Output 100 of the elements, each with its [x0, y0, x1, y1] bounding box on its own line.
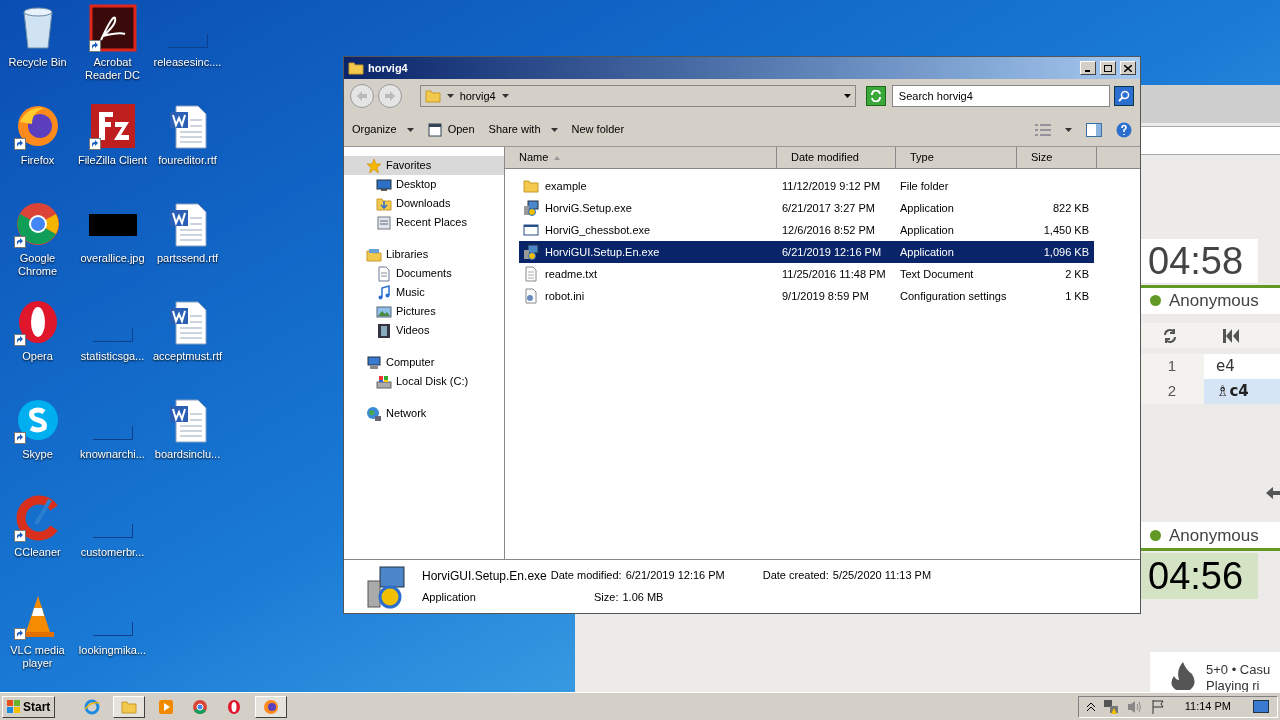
details-label: Date created:	[762, 568, 829, 584]
film-strip-icon	[376, 322, 392, 339]
blank-file-icon	[92, 328, 133, 342]
application-window-icon	[523, 222, 539, 238]
folder-download-icon	[376, 195, 392, 212]
nav-item[interactable]: Documents	[344, 264, 504, 283]
toolbar-button[interactable]: Organize	[352, 121, 414, 138]
arrow-left-icon	[356, 91, 367, 101]
details-value: 6/21/2019 12:16 PM	[625, 568, 725, 584]
nav-item[interactable]: Favorites	[344, 156, 504, 175]
refresh-icon	[869, 90, 882, 102]
skip-back-icon[interactable]	[1223, 328, 1239, 343]
flip-board-icon[interactable]	[1162, 327, 1178, 344]
clock-text: 11:14 PM	[1184, 699, 1231, 715]
desktop-icon-label[interactable]: CCleaner	[0, 546, 75, 559]
caret-icon	[844, 94, 851, 98]
network-globe-icon	[366, 405, 382, 422]
music-note-icon	[376, 284, 392, 301]
nav-item[interactable]: Recent Places	[344, 213, 504, 232]
desktop-icon-label[interactable]: Skype	[0, 448, 75, 461]
desktop-icon-label[interactable]: foureditor.rtf	[150, 154, 225, 167]
desktop-icon-label[interactable]: lookingmika...	[75, 644, 150, 657]
blank-file-icon	[92, 524, 133, 538]
text-file-icon	[523, 266, 539, 282]
nav-item[interactable]: Pictures	[344, 302, 504, 321]
column-header[interactable]: Date modified	[777, 147, 896, 168]
desktop-icon-label[interactable]: Opera	[0, 350, 75, 363]
desktop-icon-label[interactable]: partssend.rtf	[150, 252, 225, 265]
show-desktop-icon[interactable]	[1253, 699, 1269, 714]
flag-icon[interactable]	[1150, 698, 1165, 715]
help-icon[interactable]	[1116, 121, 1132, 138]
desktop-icon-label[interactable]: boardsinclu...	[150, 448, 225, 461]
desktop-icon-label[interactable]: customerbr...	[75, 546, 150, 559]
nav-item[interactable]: Videos	[344, 321, 504, 340]
close-button[interactable]	[1120, 61, 1136, 75]
file-row[interactable]: readme.txt 11/25/2016 11:48 PM Text Document 2 KB	[519, 263, 1094, 285]
desktop-icon-label[interactable]: Recycle Bin	[0, 56, 75, 69]
search-input[interactable]: Search horvig4	[898, 87, 1104, 105]
nav-item[interactable]: Network	[344, 404, 504, 423]
toolbar-button[interactable]: New folder	[571, 121, 625, 138]
installer-icon	[523, 244, 539, 260]
preview-pane-icon[interactable]	[1086, 122, 1102, 137]
desktop-icon-label[interactable]: Firefox	[0, 154, 75, 167]
file-type: File folder	[899, 178, 950, 194]
move-cell[interactable]: e4	[1204, 353, 1280, 379]
address-bar[interactable]: horvig4	[419, 85, 856, 107]
desktop-icon-label[interactable]: acceptmust.rtf	[150, 350, 225, 363]
nav-item[interactable]: Computer	[344, 353, 504, 372]
desktop-icon-label[interactable]: Google Chrome	[0, 252, 75, 278]
filezilla-icon	[88, 102, 137, 150]
file-row[interactable]: example 11/12/2019 9:12 PM File folder	[519, 175, 1094, 197]
start-button[interactable]: Start	[2, 695, 56, 718]
desktop-icon-label[interactable]: releasesinc....	[150, 56, 225, 69]
nav-item[interactable]: Music	[344, 283, 504, 302]
desktop-icon-label[interactable]: FileZilla Client	[75, 154, 150, 167]
maximize-button[interactable]	[1100, 61, 1116, 75]
column-header[interactable]: Size	[1017, 147, 1097, 168]
search-icon	[1118, 90, 1131, 102]
file-row[interactable]: HorviG.Setup.exe 6/21/2017 3:27 PM Application 822 KB	[519, 197, 1094, 219]
file-row[interactable]: robot.ini 9/1/2019 8:59 PM Configuration settings 1 KB	[519, 285, 1094, 307]
file-date: 12/6/2016 8:52 PM	[781, 222, 876, 238]
taskbar-app-button[interactable]	[113, 695, 146, 718]
desktop-icon-label[interactable]: overallice.jpg	[75, 252, 150, 265]
move-cell[interactable]: ♗c4	[1204, 378, 1280, 404]
file-name: readme.txt	[545, 266, 597, 282]
taskbar-app-button[interactable]	[255, 695, 288, 718]
search-field[interactable]: Search horvig4	[891, 85, 1111, 107]
file-type: Application	[899, 244, 955, 260]
nav-item[interactable]: Libraries	[344, 245, 504, 264]
file-size: 1 KB	[1064, 288, 1089, 304]
toolbar-button[interactable]: Open	[427, 121, 475, 138]
player-name: Anonymous	[1169, 289, 1259, 312]
refresh-button[interactable]	[866, 86, 886, 106]
minimize-button[interactable]	[1080, 61, 1096, 75]
installer-icon	[364, 564, 408, 609]
nav-item[interactable]: Downloads	[344, 194, 504, 213]
chevron-up-icon[interactable]	[1086, 702, 1095, 711]
opera-icon	[226, 698, 243, 715]
network-icon[interactable]	[1102, 698, 1119, 715]
desktop-icon-label[interactable]: knownarchi...	[75, 448, 150, 461]
folder-icon	[424, 88, 441, 104]
firefox-icon	[263, 698, 280, 715]
file-row[interactable]: HorviG_chessbot.exe 12/6/2016 8:52 PM Application 1,450 KB	[519, 219, 1094, 241]
file-date: 11/25/2016 11:48 PM	[781, 266, 887, 282]
desktop-icon-label[interactable]: VLC media player	[0, 644, 75, 670]
close-icon	[1124, 64, 1132, 72]
arrow-left-icon[interactable]	[1266, 486, 1280, 501]
file-date: 6/21/2019 12:16 PM	[781, 244, 883, 260]
nav-item[interactable]: Local Disk (C:)	[344, 372, 504, 391]
column-header[interactable]: Name	[505, 147, 777, 168]
column-header[interactable]: Type	[896, 147, 1017, 168]
file-row[interactable]: HorviGUI.Setup.En.exe 6/21/2019 12:16 PM Application 1,096 KB	[519, 241, 1094, 263]
search-button[interactable]	[1114, 86, 1134, 106]
desktop-icon-label[interactable]: Acrobat Reader DC	[75, 56, 150, 82]
nav-item[interactable]: Desktop	[344, 175, 504, 194]
file-date: 11/12/2019 9:12 PM	[781, 178, 882, 194]
details-value: 1.06 MB	[622, 590, 664, 606]
file-name: HorviG.Setup.exe	[545, 200, 632, 216]
desktop-icon-label[interactable]: statisticsga...	[75, 350, 150, 363]
toolbar-button[interactable]: Share with	[488, 121, 558, 138]
